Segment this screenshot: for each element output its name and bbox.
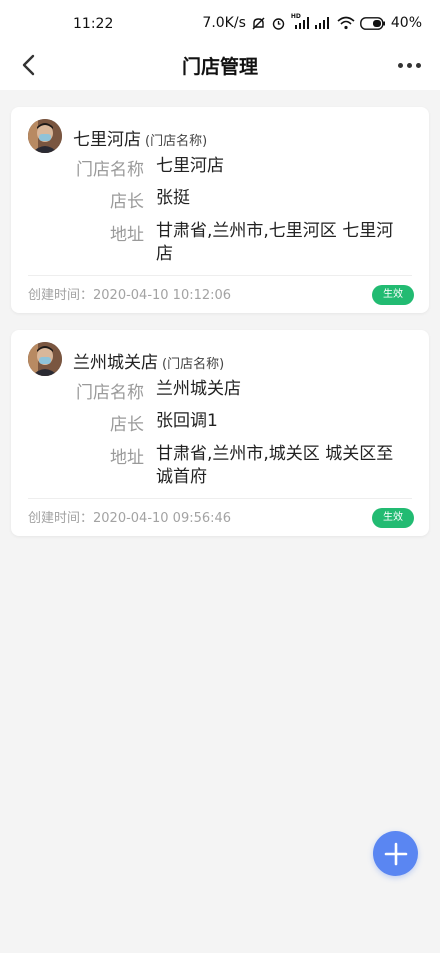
more-dot-icon — [406, 62, 412, 68]
page-title: 门店管理 — [181, 56, 258, 78]
address-value: 甘肃省,兰州市,城关区 城关区至诚首府 — [156, 444, 394, 487]
card-divider — [28, 498, 412, 499]
store-title-name: 七里河店 — [73, 130, 141, 150]
store-title-hint: (门店名称) — [145, 134, 208, 149]
card-divider — [28, 275, 412, 276]
mute-icon — [251, 16, 266, 31]
created-time: 创建时间：2020-04-10 10:12:06 — [28, 288, 232, 303]
plus-icon — [384, 842, 407, 865]
status-badge: 生效 — [372, 285, 414, 305]
store-name-value: 兰州城关店 — [156, 379, 241, 399]
store-card[interactable]: 七里河店 (门店名称) 门店名称 七里河店 店长 张挺 地址 甘肃省,兰州市,七里… — [11, 107, 429, 313]
avatar — [28, 342, 62, 376]
store-card[interactable]: 兰州城关店 (门店名称) 门店名称 兰州城关店 店长 张回调1 地址 甘肃省,兰州… — [11, 330, 429, 536]
manager-value: 张挺 — [156, 188, 190, 208]
alarm-icon — [271, 16, 286, 31]
status-indicators: 7.0K/s HD 40% — [202, 13, 422, 31]
wifi-icon — [337, 16, 355, 30]
battery-percent: 40% — [390, 15, 422, 31]
store-title: 兰州城关店 (门店名称) — [73, 348, 224, 373]
store-title-hint: (门店名称) — [162, 357, 225, 372]
address-label: 地址 — [110, 225, 144, 245]
store-name-label: 门店名称 — [76, 383, 144, 403]
manager-label: 店长 — [110, 192, 144, 212]
more-button[interactable] — [392, 52, 426, 78]
store-title: 七里河店 (门店名称) — [73, 125, 207, 150]
hd-signal-icon: HD — [290, 13, 309, 30]
add-store-button[interactable] — [373, 831, 418, 876]
store-name-value: 七里河店 — [156, 156, 224, 176]
manager-label: 店长 — [110, 415, 144, 435]
status-time: 11:22 — [73, 16, 114, 32]
more-dot-icon — [397, 62, 403, 68]
signal-icon — [314, 16, 332, 30]
created-time: 创建时间：2020-04-10 09:56:46 — [28, 511, 232, 526]
nav-bar: 门店管理 — [0, 40, 440, 90]
store-title-name: 兰州城关店 — [73, 353, 158, 373]
network-speed: 7.0K/s — [202, 15, 246, 31]
status-badge: 生效 — [372, 508, 414, 528]
hd-label: HD — [290, 13, 301, 20]
avatar — [28, 119, 62, 153]
manager-value: 张回调1 — [156, 411, 218, 431]
store-name-label: 门店名称 — [76, 160, 144, 180]
more-dot-icon — [415, 62, 421, 68]
address-value: 甘肃省,兰州市,七里河区 七里河店 — [156, 221, 394, 264]
battery-icon — [359, 16, 386, 30]
address-label: 地址 — [110, 448, 144, 468]
